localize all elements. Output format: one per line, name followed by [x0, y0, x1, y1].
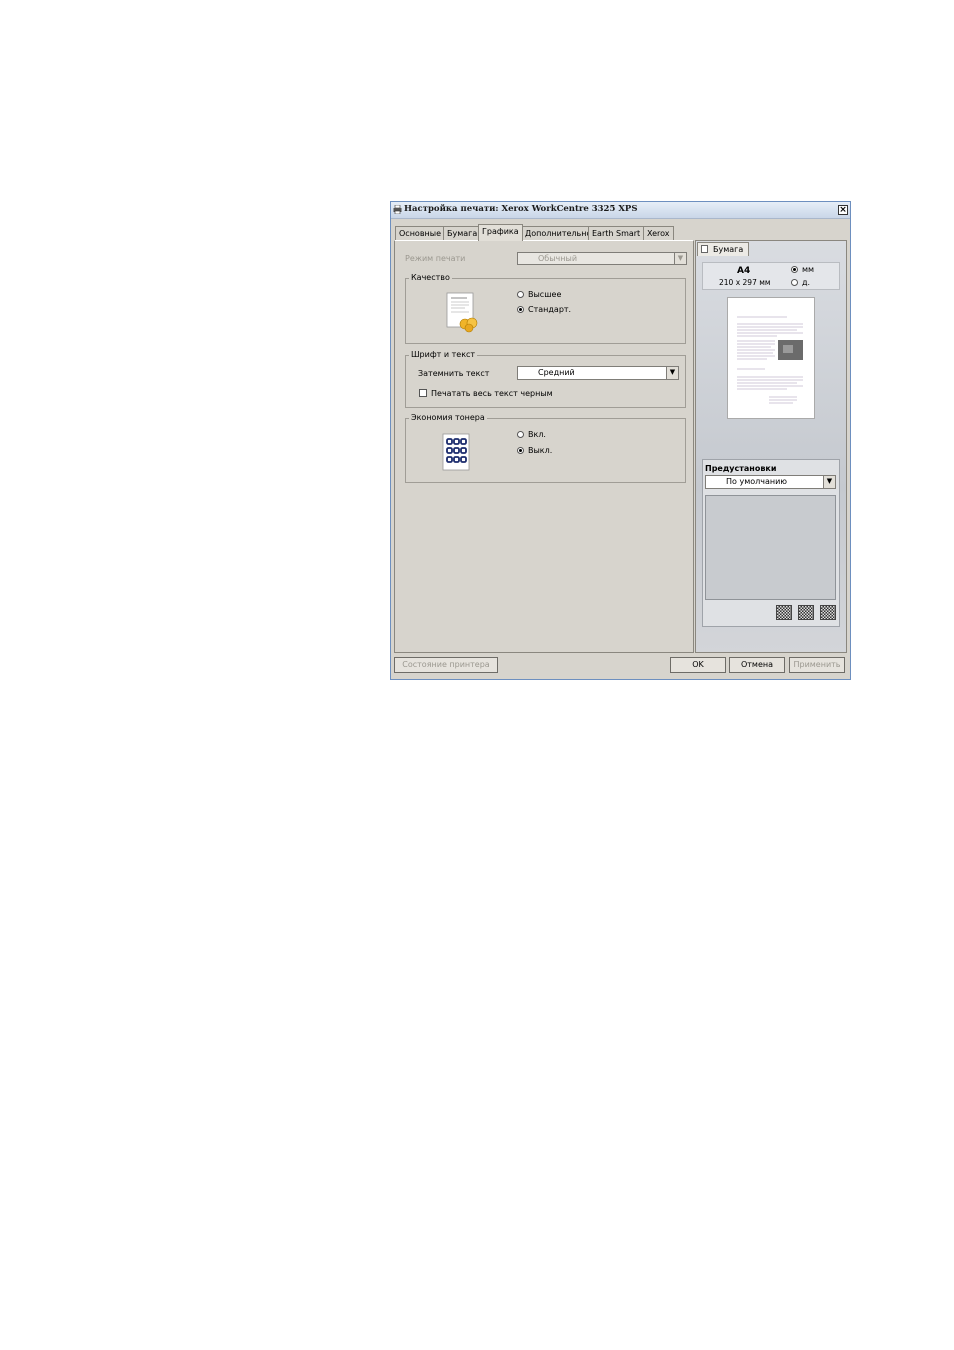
presets-title: Предустановки [705, 464, 777, 473]
darken-text-value: Средний [538, 368, 575, 377]
toner-off-label: Выкл. [528, 446, 553, 455]
tab-earth-smart[interactable]: Earth Smart [588, 226, 645, 240]
tab-basic[interactable]: Основные [395, 226, 446, 240]
print-black-checkbox[interactable] [419, 389, 427, 397]
quality-best-radio[interactable] [517, 291, 524, 298]
quality-title: Качество [409, 273, 452, 282]
quality-standard-radio[interactable] [517, 306, 524, 313]
preset-save-icon[interactable] [776, 605, 792, 620]
units-mm-label: мм [802, 265, 815, 274]
cancel-button[interactable]: Отмена [729, 657, 785, 673]
print-mode-value: Обычный [538, 254, 578, 263]
tab-advanced[interactable]: Дополнительно [521, 226, 596, 240]
darken-text-label: Затемнить текст [418, 369, 490, 378]
font-text-group [405, 355, 686, 408]
presets-list[interactable] [705, 495, 836, 600]
paper-info-box: A4 210 x 297 мм мм д. [702, 262, 840, 290]
chevron-down-icon: ▼ [666, 367, 678, 379]
toner-on-radio[interactable] [517, 431, 524, 438]
page-icon [701, 245, 708, 253]
units-inch-label: д. [802, 278, 811, 287]
preset-delete-icon[interactable] [820, 605, 836, 620]
preset-edit-icon[interactable] [798, 605, 814, 620]
toner-save-title: Экономия тонера [409, 413, 487, 422]
printer-icon [393, 205, 402, 214]
units-inch-radio[interactable] [791, 279, 798, 286]
page-preview-thumbnail [727, 297, 815, 419]
quality-best-label: Высшее [528, 290, 562, 299]
presets-box: Предустановки По умолчанию ▼ [702, 459, 840, 627]
font-text-title: Шрифт и текст [409, 350, 478, 359]
paper-size: 210 x 297 мм [719, 278, 771, 287]
title-bar[interactable]: Настройка печати: Xerox WorkCentre 3325 … [391, 202, 850, 219]
preview-panel: Бумага A4 210 x 297 мм мм д. Предустанов… [695, 240, 847, 653]
print-mode-label: Режим печати [405, 254, 466, 263]
tab-xerox[interactable]: Xerox [643, 226, 674, 240]
window-title: Настройка печати: Xerox WorkCentre 3325 … [404, 204, 638, 214]
units-mm-radio[interactable] [791, 266, 798, 273]
printer-status-button[interactable]: Состояние принтера [394, 657, 498, 673]
apply-button[interactable]: Применить [789, 657, 845, 673]
chevron-down-icon: ▼ [674, 253, 686, 264]
print-settings-dialog: Настройка печати: Xerox WorkCentre 3325 … [390, 201, 851, 680]
tab-graphics[interactable]: Графика [478, 224, 523, 241]
toner-on-label: Вкл. [528, 430, 546, 439]
print-black-label: Печатать весь текст черным [431, 389, 553, 398]
preview-tab-label: Бумага [713, 245, 744, 254]
graphics-panel: Режим печати Обычный ▼ Качество Высшее С… [394, 240, 694, 653]
print-mode-select[interactable]: Обычный ▼ [517, 252, 687, 265]
tab-paper[interactable]: Бумага [443, 226, 482, 240]
chevron-down-icon: ▼ [823, 476, 835, 488]
presets-select[interactable]: По умолчанию ▼ [705, 475, 836, 489]
toner-save-icon [442, 433, 470, 471]
presets-value: По умолчанию [726, 477, 788, 486]
quality-document-icon [446, 292, 478, 333]
darken-text-select[interactable]: Средний ▼ [517, 366, 679, 380]
close-button[interactable]: × [838, 205, 848, 215]
quality-standard-label: Стандарт. [528, 305, 572, 314]
paper-name: A4 [737, 266, 751, 276]
toner-off-radio[interactable] [517, 447, 524, 454]
preview-tab[interactable]: Бумага [697, 242, 749, 256]
ok-button[interactable]: OK [670, 657, 726, 673]
